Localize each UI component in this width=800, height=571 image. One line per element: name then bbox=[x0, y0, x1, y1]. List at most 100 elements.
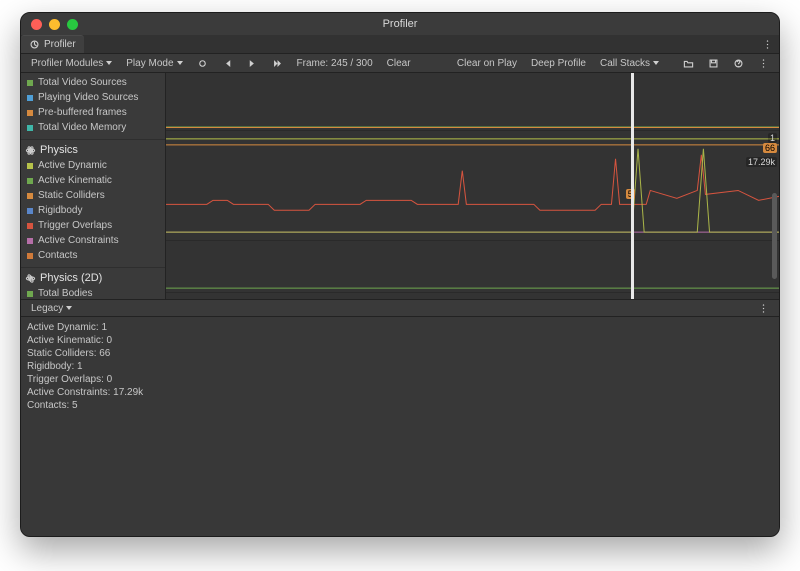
legend-item[interactable]: Total Video Memory bbox=[21, 120, 165, 135]
help-icon bbox=[733, 58, 744, 69]
chevron-down-icon bbox=[106, 61, 112, 65]
legend-item[interactable]: Rigidbody bbox=[21, 203, 165, 218]
details-line: Active Dynamic: 1 bbox=[27, 321, 773, 334]
deep-profile-label: Deep Profile bbox=[531, 58, 586, 69]
save-icon bbox=[708, 58, 719, 69]
help-button[interactable] bbox=[727, 54, 750, 72]
details-menu-button[interactable] bbox=[752, 299, 775, 317]
tab-row: Profiler bbox=[21, 35, 779, 53]
module-physics[interactable]: Physics Active DynamicActive KinematicSt… bbox=[21, 139, 165, 267]
chart-scrollbar[interactable] bbox=[772, 193, 777, 279]
legend-swatch bbox=[27, 208, 33, 214]
next-frame-button[interactable] bbox=[241, 54, 264, 72]
open-icon bbox=[683, 58, 694, 69]
window-title: Profiler bbox=[21, 18, 779, 30]
details-line: Active Constraints: 17.29k bbox=[27, 386, 773, 399]
legend-item[interactable]: Active Constraints bbox=[21, 233, 165, 248]
module-header-physics: Physics bbox=[21, 142, 165, 158]
module-header-physics2d: Physics (2D) bbox=[21, 270, 165, 286]
details-line: Contacts: 5 bbox=[27, 399, 773, 412]
call-stacks-dropdown[interactable]: Call Stacks bbox=[594, 54, 665, 72]
kebab-icon bbox=[758, 303, 769, 314]
next-frame-icon bbox=[247, 58, 258, 69]
legend-item[interactable]: Playing Video Sources bbox=[21, 90, 165, 105]
module-video[interactable]: Total Video Sources Playing Video Sources… bbox=[21, 73, 165, 139]
details-line: Static Colliders: 66 bbox=[27, 347, 773, 360]
legend-swatch bbox=[27, 125, 33, 131]
details-toolbar: Legacy bbox=[21, 299, 779, 317]
legend-label: Playing Video Sources bbox=[38, 91, 138, 104]
legend-item[interactable]: Static Colliders bbox=[21, 188, 165, 203]
chart-label-static: 66 bbox=[763, 143, 777, 153]
deep-profile-toggle[interactable]: Deep Profile bbox=[525, 54, 592, 72]
clear-on-play-toggle[interactable]: Clear on Play bbox=[451, 54, 523, 72]
chart-label-constraints: 17.29k bbox=[746, 157, 777, 167]
legend-label: Total Video Sources bbox=[38, 76, 127, 89]
legend-label: Total Video Memory bbox=[38, 121, 126, 134]
clear-on-play-label: Clear on Play bbox=[457, 58, 517, 69]
legend-swatch bbox=[27, 163, 33, 169]
play-mode-dropdown[interactable]: Play Mode bbox=[120, 54, 188, 72]
profiler-window: Profiler Profiler Profiler Modules Play … bbox=[20, 12, 780, 537]
frame-indicator: Frame: 245 / 300 bbox=[291, 54, 379, 72]
last-frame-icon bbox=[272, 58, 283, 69]
legend-item[interactable]: Contacts bbox=[21, 248, 165, 263]
chart-area[interactable]: 1 66 17.29k 5 bbox=[166, 73, 779, 299]
frame-playhead[interactable] bbox=[632, 73, 633, 299]
tab-menu-button[interactable] bbox=[756, 35, 779, 53]
details-mode-dropdown[interactable]: Legacy bbox=[25, 299, 78, 317]
legend-item[interactable]: Total Bodies bbox=[21, 286, 165, 299]
chart-physics[interactable]: 1 66 17.29k 5 bbox=[166, 131, 779, 241]
chart-video[interactable] bbox=[166, 73, 779, 131]
chart-physics2d-svg bbox=[166, 241, 779, 292]
modules-label: Profiler Modules bbox=[31, 58, 103, 69]
legend-item[interactable]: Active Dynamic bbox=[21, 158, 165, 173]
legend-item[interactable]: Pre-buffered frames bbox=[21, 105, 165, 120]
legend-swatch bbox=[27, 291, 33, 297]
frame-label: Frame: 245 / 300 bbox=[297, 58, 373, 69]
record-icon bbox=[197, 58, 208, 69]
current-frame-button[interactable] bbox=[266, 54, 289, 72]
legend-label: Active Constraints bbox=[38, 234, 119, 247]
profiler-body: Total Video Sources Playing Video Sources… bbox=[21, 73, 779, 299]
kebab-icon bbox=[758, 58, 769, 69]
details-mode-label: Legacy bbox=[31, 303, 63, 314]
details-line: Trigger Overlaps: 0 bbox=[27, 373, 773, 386]
zoom-icon[interactable] bbox=[67, 19, 78, 30]
load-button[interactable] bbox=[677, 54, 700, 72]
module-physics2d[interactable]: Physics (2D) Total BodiesActive BodiesSl… bbox=[21, 267, 165, 299]
physics-icon bbox=[25, 145, 36, 156]
legend-swatch bbox=[27, 95, 33, 101]
module-title: Physics (2D) bbox=[40, 272, 102, 284]
legend-label: Trigger Overlaps bbox=[38, 219, 112, 232]
close-icon[interactable] bbox=[31, 19, 42, 30]
minimize-icon[interactable] bbox=[49, 19, 60, 30]
legend-swatch bbox=[27, 253, 33, 259]
clear-button[interactable]: Clear bbox=[381, 54, 417, 72]
tab-profiler[interactable]: Profiler bbox=[21, 35, 84, 53]
save-button[interactable] bbox=[702, 54, 725, 72]
chart-label-top: 1 bbox=[768, 133, 777, 143]
prev-frame-icon bbox=[222, 58, 233, 69]
legend-item[interactable]: Active Kinematic bbox=[21, 173, 165, 188]
legend-swatch bbox=[27, 80, 33, 86]
chart-physics2d[interactable] bbox=[166, 241, 779, 293]
details-panel: Active Dynamic: 1Active Kinematic: 0Stat… bbox=[21, 317, 779, 535]
legend-swatch bbox=[27, 178, 33, 184]
legend-item[interactable]: Total Video Sources bbox=[21, 75, 165, 90]
details-line: Active Kinematic: 0 bbox=[27, 334, 773, 347]
prev-frame-button[interactable] bbox=[216, 54, 239, 72]
legend-item[interactable]: Trigger Overlaps bbox=[21, 218, 165, 233]
toolbar: Profiler Modules Play Mode Frame: 245 / … bbox=[21, 53, 779, 73]
playmode-label: Play Mode bbox=[126, 58, 173, 69]
chevron-down-icon bbox=[653, 61, 659, 65]
context-menu-button[interactable] bbox=[752, 54, 775, 72]
record-button[interactable] bbox=[191, 54, 214, 72]
profiler-modules-dropdown[interactable]: Profiler Modules bbox=[25, 54, 118, 72]
module-title: Physics bbox=[40, 144, 78, 156]
legend-swatch bbox=[27, 193, 33, 199]
legend-label: Active Kinematic bbox=[38, 174, 112, 187]
profiler-icon bbox=[29, 39, 40, 50]
legend-swatch bbox=[27, 223, 33, 229]
legend-swatch bbox=[27, 238, 33, 244]
